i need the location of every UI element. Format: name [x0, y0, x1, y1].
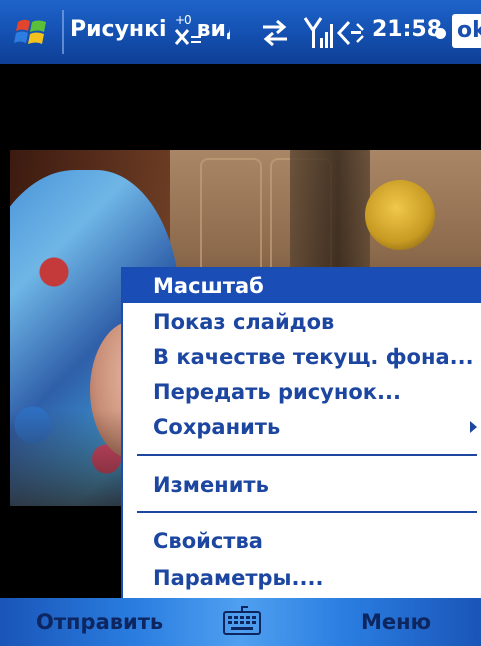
photo-toy	[365, 180, 435, 250]
title-separator	[62, 10, 64, 54]
notification-dot-icon	[435, 28, 446, 39]
menu-item-label: Свойства	[153, 529, 263, 553]
menu-item-label: Показ слайдов	[153, 310, 335, 334]
menu-divider	[137, 511, 477, 513]
ok-button[interactable]: ok	[452, 14, 481, 48]
softkey-bar: Отправить Меню	[0, 598, 481, 646]
keyboard-icon[interactable]	[222, 606, 262, 636]
title-bar: Рисунківид + 0 21:58 ok	[0, 0, 481, 64]
menu-item-label: Сохранить	[153, 415, 281, 439]
screen: Рисунківид + 0 21:58 ok	[0, 0, 481, 646]
send-softkey[interactable]: Отправить	[36, 610, 163, 634]
windows-start-icon[interactable]	[14, 14, 50, 50]
menu-item-edit[interactable]: Изменить	[123, 468, 481, 502]
activity-icon: + 0	[174, 13, 201, 45]
clock: 21:58	[372, 17, 443, 42]
signal-icon[interactable]	[303, 14, 333, 50]
menu-item-send-picture[interactable]: Передать рисунок...	[123, 375, 481, 409]
menu-item-label: Масштаб	[153, 274, 264, 298]
svg-text:0: 0	[184, 13, 192, 27]
volume-icon[interactable]	[335, 18, 369, 48]
menu-item-save[interactable]: Сохранить	[123, 410, 481, 444]
menu-item-zoom[interactable]: Масштаб	[123, 269, 481, 303]
submenu-arrow-icon	[470, 421, 477, 433]
connectivity-icon[interactable]	[259, 18, 291, 48]
window-title: Рисунківид	[70, 17, 230, 42]
menu-item-label: В качестве текущ. фона...	[153, 345, 474, 369]
menu-item-set-background[interactable]: В качестве текущ. фона...	[123, 340, 481, 374]
context-menu: Масштаб Показ слайдов В качестве текущ. …	[121, 267, 481, 599]
menu-item-properties[interactable]: Свойства	[123, 524, 481, 558]
menu-divider	[137, 454, 477, 456]
menu-item-label: Изменить	[153, 473, 269, 497]
menu-softkey[interactable]: Меню	[361, 610, 431, 634]
menu-item-slideshow[interactable]: Показ слайдов	[123, 305, 481, 339]
menu-item-label: Передать рисунок...	[153, 380, 401, 404]
photo-shelf	[290, 150, 370, 270]
menu-item-options[interactable]: Параметры....	[123, 561, 481, 595]
menu-item-label: Параметры....	[153, 566, 324, 590]
